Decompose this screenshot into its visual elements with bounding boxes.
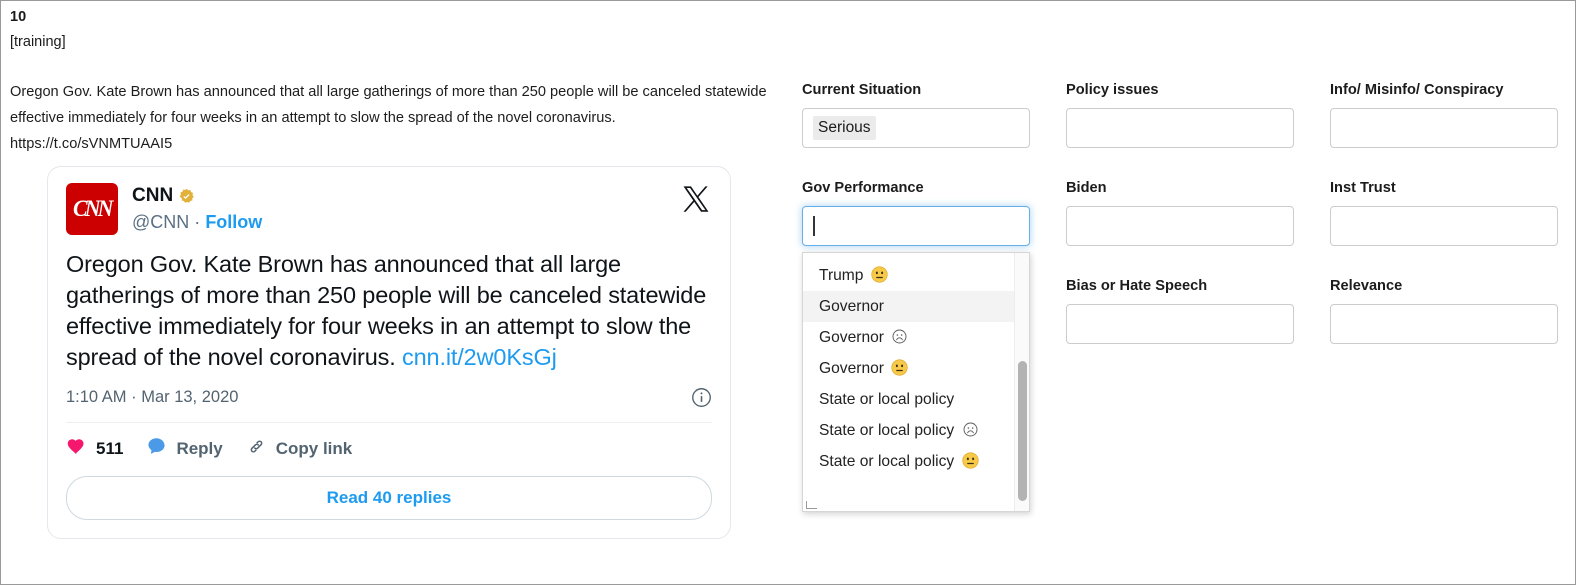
field-inst-trust: Inst Trust (1330, 179, 1558, 246)
item-number: 10 (10, 9, 27, 25)
biden-input[interactable] (1066, 206, 1294, 246)
tweet-handle: @CNN (132, 212, 190, 232)
field-label: Bias or Hate Speech (1066, 278, 1208, 294)
field-policy-issues: Policy issues (1066, 81, 1294, 148)
neutral-face-icon (871, 266, 888, 283)
dropdown-scrollbar[interactable] (1014, 253, 1029, 511)
tweet-embed-card: CNN CNN @CNN · Follow Oregon Gov. Kate B… (47, 166, 731, 539)
x-logo-icon[interactable] (682, 185, 710, 213)
read-replies-label: Read 40 replies (326, 488, 452, 507)
bias-or-hate-speech-input[interactable] (1066, 304, 1294, 344)
item-split-label: [training] (10, 34, 66, 50)
field-label: Policy issues (1066, 82, 1159, 98)
speech-bubble-icon (146, 436, 167, 462)
field-label: Inst Trust (1330, 180, 1396, 196)
link-chain-icon (246, 436, 267, 462)
heart-icon (66, 436, 87, 462)
reply-button[interactable]: Reply (146, 436, 223, 462)
gov-performance-dropdown[interactable]: Trump Governor Governor Governor State o… (802, 252, 1030, 512)
reply-label: Reply (176, 439, 223, 458)
tweet-author-block: CNN @CNN · Follow (132, 183, 262, 235)
field-label: Biden (1066, 180, 1107, 196)
field-label: Relevance (1330, 278, 1403, 294)
option-label: State or local policy (819, 391, 955, 408)
option-label: State or local policy (819, 422, 955, 439)
tweet-display-name-row: CNN (132, 184, 262, 208)
field-relevance: Relevance (1330, 277, 1558, 344)
annotation-page: 10 [training] Oregon Gov. Kate Brown has… (0, 0, 1576, 585)
tweet-body-link[interactable]: cnn.it/2w0KsGj (402, 344, 557, 370)
option-label: Trump (819, 267, 864, 284)
tweet-divider (66, 422, 712, 423)
option-label: State or local policy (819, 453, 955, 470)
dropdown-option[interactable]: Trump (803, 260, 1015, 291)
like-count: 511 (96, 439, 124, 458)
field-gov-performance: Gov Performance (802, 179, 1030, 246)
copy-link-button[interactable]: Copy link (246, 436, 353, 462)
tweet-meta-row: 1:10 AM · Mar 13, 2020 (66, 387, 712, 408)
dropdown-option-list: Trump Governor Governor Governor State o… (803, 253, 1015, 511)
inst-trust-input[interactable] (1330, 206, 1558, 246)
copy-link-label: Copy link (275, 439, 353, 458)
option-label: Governor (819, 298, 885, 315)
neutral-face-icon (961, 452, 979, 469)
tweet-header: CNN CNN @CNN · Follow (66, 183, 712, 235)
relevance-input[interactable] (1330, 304, 1558, 344)
tweet-separator: · (194, 212, 201, 232)
verified-badge-icon (178, 188, 195, 205)
dropdown-option[interactable]: Governor (803, 353, 1015, 384)
resize-handle-icon[interactable] (806, 501, 817, 509)
field-biden: Biden (1066, 179, 1294, 246)
field-current-situation: Current Situation Serious (802, 81, 1030, 148)
dropdown-option[interactable]: Governor (803, 322, 1015, 353)
policy-issues-input[interactable] (1066, 108, 1294, 148)
dropdown-option[interactable]: Governor (803, 291, 1015, 322)
current-situation-input[interactable]: Serious (802, 108, 1030, 148)
frowning-face-icon (963, 421, 978, 437)
selected-tag[interactable]: Serious (813, 116, 876, 140)
field-label: Info/ Misinfo/ Conspiracy (1330, 82, 1504, 98)
dropdown-option[interactable]: State or local policy (803, 446, 1015, 477)
field-label: Current Situation (802, 82, 922, 98)
like-button[interactable]: 511 (66, 436, 123, 462)
dropdown-option[interactable]: State or local policy (803, 415, 1015, 446)
avatar[interactable]: CNN (66, 183, 118, 235)
field-bias-or-hate-speech: Bias or Hate Speech (1066, 277, 1294, 344)
dropdown-option[interactable]: State or local policy (803, 384, 1015, 415)
tweet-body: Oregon Gov. Kate Brown has announced tha… (66, 249, 712, 373)
tweet-timestamp: 1:10 AM · Mar 13, 2020 (66, 388, 239, 406)
avatar-label: CNN (73, 196, 114, 222)
dropdown-scrollbar-thumb[interactable] (1018, 361, 1027, 501)
tweet-handle-row: @CNN · Follow (132, 209, 262, 235)
item-text-panel: 10 [training] Oregon Gov. Kate Brown has… (10, 7, 780, 157)
option-label: Governor (819, 360, 885, 377)
tweet-body-text: Oregon Gov. Kate Brown has announced tha… (66, 251, 707, 370)
follow-button[interactable]: Follow (205, 212, 262, 232)
text-caret (813, 216, 815, 236)
field-label: Gov Performance (802, 180, 924, 196)
gov-performance-input[interactable] (802, 206, 1030, 246)
read-replies-button[interactable]: Read 40 replies (66, 476, 712, 520)
neutral-face-icon (891, 359, 909, 376)
option-label: Governor (819, 329, 885, 346)
frowning-face-icon (892, 328, 907, 344)
tweet-display-name: CNN (132, 185, 174, 206)
info-misinfo-conspiracy-input[interactable] (1330, 108, 1558, 148)
field-info-misinfo-conspiracy: Info/ Misinfo/ Conspiracy (1330, 81, 1558, 148)
info-circle-icon[interactable] (691, 387, 712, 408)
tweet-raw-text: Oregon Gov. Kate Brown has announced tha… (10, 84, 767, 152)
tweet-action-row: 511 Reply Copy link (66, 436, 712, 462)
